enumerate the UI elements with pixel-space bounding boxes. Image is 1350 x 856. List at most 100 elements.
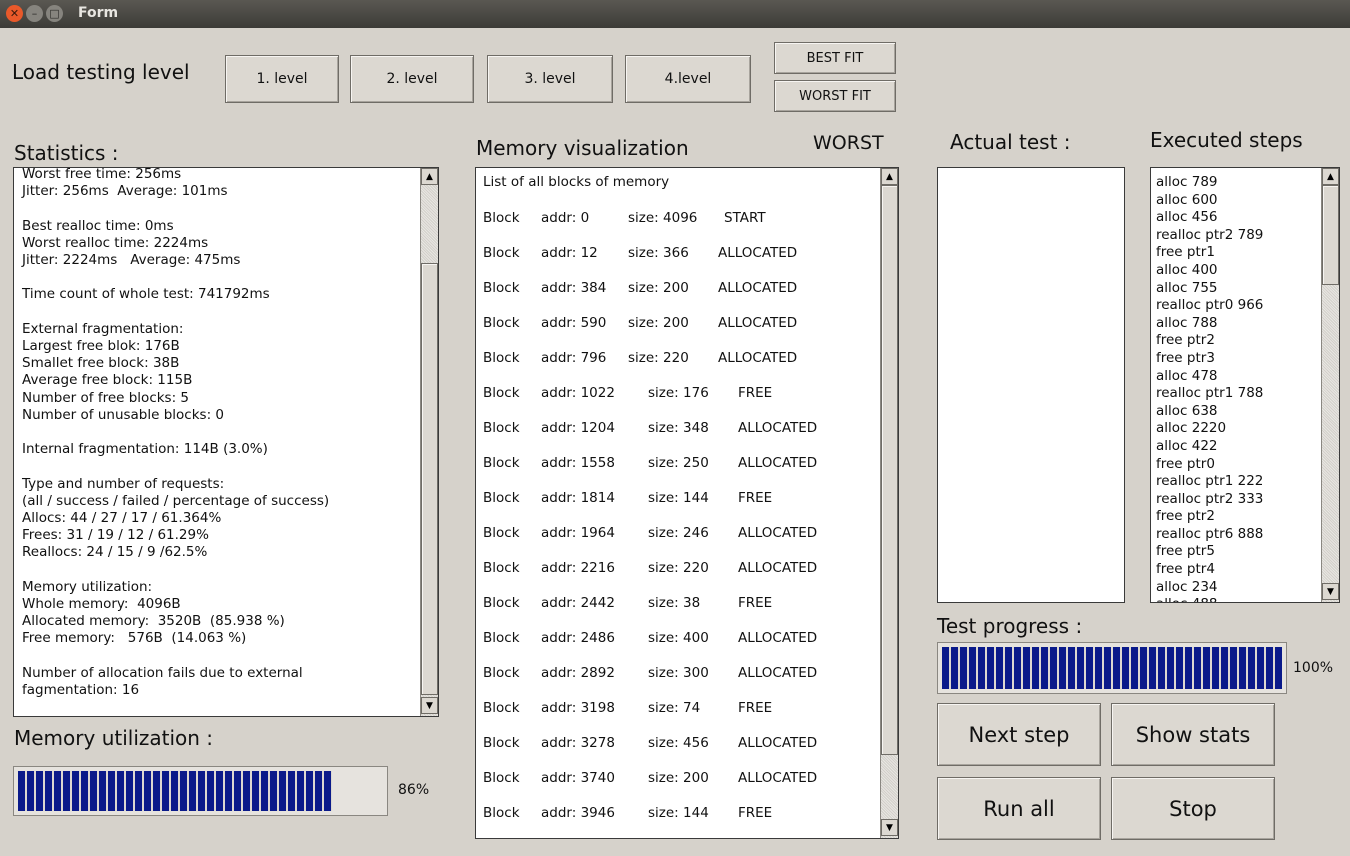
memory-block-size: size: 200 xyxy=(628,314,689,331)
arrow-down-icon[interactable]: ▼ xyxy=(421,697,438,714)
memory-block-size: size: 250 xyxy=(648,454,709,471)
executed-step-item: realloc ptr2 789 xyxy=(1156,226,1264,243)
memory-block-state: ALLOCATED xyxy=(718,314,798,331)
arrow-up-icon[interactable]: ▲ xyxy=(421,168,438,185)
level3-button[interactable]: 3. level xyxy=(487,55,613,103)
statistics-scrollbar[interactable]: ▲ ▼ xyxy=(420,168,438,716)
executed-step-item: alloc 638 xyxy=(1156,402,1218,419)
memory-block-size: size: 74 xyxy=(648,699,701,716)
statistics-line: Internal fragmentation: 114B (3.0%) xyxy=(22,441,268,458)
statistics-line: Best realloc time: 0ms xyxy=(22,217,174,234)
statistics-line: Whole memory: 4096B xyxy=(22,596,181,613)
statistics-scroll-thumb[interactable] xyxy=(421,263,438,695)
statistics-line xyxy=(22,562,412,579)
executed-step-item: free ptr0 xyxy=(1156,455,1215,472)
statistics-panel[interactable]: Worst free time: 256ms Jitter: 256ms Aver… xyxy=(13,167,439,717)
memory-block-addr: addr: 3946 xyxy=(541,804,615,821)
test-progress-percent: 100% xyxy=(1293,660,1334,676)
memory-block-row: Block addr: 2892 size: 300 ALLOCATED xyxy=(483,655,878,690)
memory-scroll-thumb[interactable] xyxy=(881,185,898,755)
memory-block-label: Block xyxy=(483,804,520,821)
memory-block-label: Block xyxy=(483,279,520,296)
level1-button[interactable]: 1. level xyxy=(225,55,339,103)
maximize-icon[interactable]: □ xyxy=(46,5,63,22)
executed-steps-scrollbar[interactable]: ▲ ▼ xyxy=(1321,168,1339,602)
memory-block-addr: addr: 796 xyxy=(541,349,607,366)
memory-utilization-bar xyxy=(13,766,388,816)
statistics-text: Worst free time: 256ms Jitter: 256ms Aver… xyxy=(22,168,412,699)
memory-block-row: Block addr: 1814 size: 144 FREE xyxy=(483,480,878,515)
memory-list-header: List of all blocks of memory xyxy=(483,174,670,190)
statistics-line: Allocs: 44 / 27 / 17 / 61.364% xyxy=(22,510,222,527)
memory-block-size: size: 366 xyxy=(628,244,689,261)
executed-step-item: realloc ptr2 333 xyxy=(1156,490,1264,507)
memory-block-addr: addr: 3198 xyxy=(541,699,615,716)
executed-step-item: alloc 789 xyxy=(1156,174,1218,190)
actual-test-title: Actual test : xyxy=(950,130,1071,154)
memory-block-label: Block xyxy=(483,314,520,331)
memory-block-addr: addr: 1204 xyxy=(541,419,615,436)
statistics-line: Free memory: 576B (14.063 %) xyxy=(22,630,247,647)
memory-block-size: size: 4096 xyxy=(628,209,698,226)
memory-block-size: size: 246 xyxy=(648,524,709,541)
memory-block-state: ALLOCATED xyxy=(738,419,818,436)
memory-block-label: Block xyxy=(483,769,520,786)
executed-step-item: alloc 488 xyxy=(1156,596,1316,602)
memory-block-state: ALLOCATED xyxy=(738,629,818,646)
executed-step-item: alloc 600 xyxy=(1156,191,1218,208)
memory-block-label: Block xyxy=(483,489,520,506)
executed-step-item: alloc 478 xyxy=(1156,367,1218,384)
memory-block-row: Block addr: 1204 size: 348 ALLOCATED xyxy=(483,410,878,445)
memory-block-label: Block xyxy=(483,559,520,576)
close-icon[interactable]: ✕ xyxy=(6,5,23,22)
executed-steps-panel[interactable]: alloc 789 alloc 600 alloc 456 realloc ptr2 … xyxy=(1150,167,1340,603)
arrow-up-icon[interactable]: ▲ xyxy=(881,168,898,185)
statistics-line: Frees: 31 / 19 / 12 / 61.29% xyxy=(22,527,209,544)
statistics-line: Reallocs: 24 / 15 / 9 /62.5% xyxy=(22,544,208,561)
executed-steps-scroll-thumb[interactable] xyxy=(1322,185,1339,285)
best-fit-button[interactable]: BEST FIT xyxy=(774,42,896,74)
level2-button[interactable]: 2. level xyxy=(350,55,474,103)
fit-mode-label: WORST xyxy=(813,132,884,154)
statistics-line: Largest free blok: 176B xyxy=(22,338,180,355)
memory-block-state: ALLOCATED xyxy=(738,524,818,541)
actual-test-panel[interactable] xyxy=(937,167,1125,603)
next-step-button[interactable]: Next step xyxy=(937,703,1101,766)
memory-block-addr: addr: 1022 xyxy=(541,384,615,401)
memory-visualization-panel[interactable]: List of all blocks of memory Block addr: … xyxy=(475,167,899,839)
executed-step-item: alloc 422 xyxy=(1156,437,1218,454)
load-testing-label: Load testing level xyxy=(12,60,190,84)
arrow-down-icon[interactable]: ▼ xyxy=(1322,583,1339,600)
memory-scrollbar[interactable]: ▲ ▼ xyxy=(880,168,898,838)
statistics-line xyxy=(22,200,412,217)
memory-block-addr: addr: 590 xyxy=(541,314,607,331)
memory-block-state: START xyxy=(724,209,766,226)
memory-block-addr: addr: 2442 xyxy=(541,594,615,611)
minimize-icon[interactable]: – xyxy=(26,5,43,22)
memory-block-row: Block addr: 796 size: 220 ALLOCATED xyxy=(483,340,878,375)
executed-step-item: free ptr2 xyxy=(1156,332,1215,349)
memory-block-state: ALLOCATED xyxy=(738,769,818,786)
executed-step-item: alloc 755 xyxy=(1156,279,1218,296)
level4-button[interactable]: 4.level xyxy=(625,55,751,103)
executed-step-item: free ptr5 xyxy=(1156,543,1215,560)
executed-step-item: free ptr2 xyxy=(1156,508,1215,525)
arrow-down-icon[interactable]: ▼ xyxy=(881,819,898,836)
statistics-line xyxy=(22,424,412,441)
memory-block-label: Block xyxy=(483,454,520,471)
memory-block-size: size: 176 xyxy=(648,384,709,401)
arrow-up-icon[interactable]: ▲ xyxy=(1322,168,1339,185)
memory-block-row: Block addr: 1022 size: 176 FREE xyxy=(483,375,878,410)
memory-block-row: Block addr: 12 size: 366 ALLOCATED xyxy=(483,235,878,270)
worst-fit-button[interactable]: WORST FIT xyxy=(774,80,896,112)
memory-block-state: FREE xyxy=(738,594,773,611)
memory-block-row: Block addr: 384 size: 200 ALLOCATED xyxy=(483,270,878,305)
show-stats-button[interactable]: Show stats xyxy=(1111,703,1275,766)
run-all-button[interactable]: Run all xyxy=(937,777,1101,840)
memory-block-label: Block xyxy=(483,209,520,226)
stop-button[interactable]: Stop xyxy=(1111,777,1275,840)
memory-block-state: ALLOCATED xyxy=(718,349,798,366)
executed-step-item: alloc 2220 xyxy=(1156,420,1227,437)
memory-utilization-title: Memory utilization : xyxy=(14,726,214,750)
executed-step-item: alloc 456 xyxy=(1156,209,1218,226)
